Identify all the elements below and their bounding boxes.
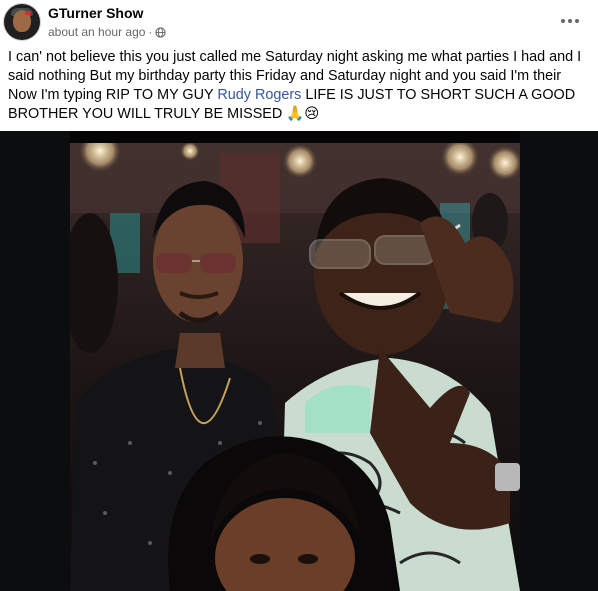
post-message: I can' not believe this you just called … [8, 48, 592, 124]
globe-icon[interactable] [155, 26, 167, 38]
message-emojis: 🙏😢 [286, 106, 320, 122]
author-name[interactable]: GTurner Show [48, 5, 143, 21]
author-avatar[interactable] [4, 4, 40, 40]
post-photo[interactable] [0, 131, 598, 591]
facebook-post: GTurner Show about an hour ago · I can' … [0, 0, 598, 591]
post-header: GTurner Show about an hour ago · [0, 0, 598, 42]
mention-link[interactable]: Rudy Rogers [217, 87, 301, 103]
post-timestamp[interactable]: about an hour ago [48, 25, 145, 39]
post-meta: about an hour ago · [48, 25, 167, 39]
more-options-icon[interactable] [554, 8, 586, 34]
group-selfie-photo [70, 143, 520, 591]
meta-separator: · [148, 25, 153, 39]
